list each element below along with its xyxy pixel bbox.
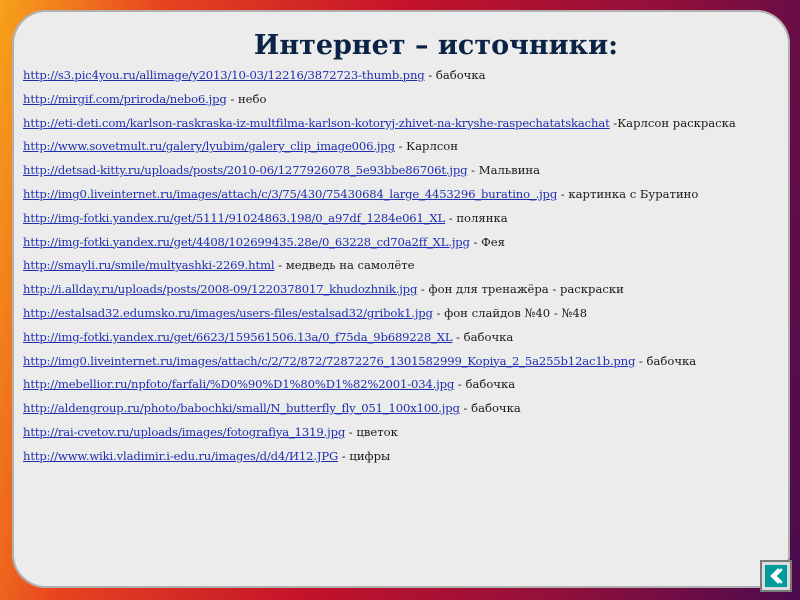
list-item: http://smayli.ru/smile/multyashki-2269.h… [23,258,775,273]
source-link[interactable]: http://i.allday.ru/uploads/posts/2008-09… [23,282,417,296]
source-description: - фон слайдов №40 - №48 [432,305,588,320]
source-link[interactable]: http://mebellior.ru/npfoto/farfali/%D0%9… [23,377,454,391]
source-description: - Фея [469,234,505,249]
source-description: - медведь на самолёте [274,258,415,273]
source-link[interactable]: http://smayli.ru/smile/multyashki-2269.h… [23,258,275,272]
source-description: - Мальвина [467,163,541,178]
source-description: - полянка [445,210,508,225]
list-item: http://s3.pic4you.ru/allimage/y2013/10-0… [23,68,775,83]
slide-card: Интернет – источники: http://s3.pic4you.… [12,10,790,588]
list-item: http://aldengroup.ru/photo/babochki/smal… [23,401,775,416]
source-description: -Карлсон раскраска [609,115,736,130]
source-link[interactable]: http://estalsad32.edumsko.ru/images/user… [23,306,433,320]
list-item: http://estalsad32.edumsko.ru/images/user… [23,306,775,321]
list-item: http://img0.liveinternet.ru/images/attac… [23,187,775,202]
source-description: - бабочка [424,68,486,82]
list-item: http://rai-cvetov.ru/uploads/images/foto… [23,425,775,440]
source-description: - фон для тренажёра - раскраски [417,282,624,297]
list-item: http://www.wiki.vladimir.i-edu.ru/images… [23,449,775,464]
source-link[interactable]: http://img0.liveinternet.ru/images/attac… [23,187,557,201]
source-link[interactable]: http://img-fotki.yandex.ru/get/5111/9102… [23,211,445,225]
source-description: - картинка с Буратино [557,186,699,201]
source-link[interactable]: http://eti-deti.com/karlson-raskraska-iz… [23,116,610,130]
return-icon-glyph [770,568,783,584]
list-item: http://img-fotki.yandex.ru/get/5111/9102… [23,211,775,226]
list-item: http://img-fotki.yandex.ru/get/6623/1595… [23,330,775,345]
source-link[interactable]: http://aldengroup.ru/photo/babochki/smal… [23,401,460,415]
return-button[interactable] [760,560,792,592]
source-link[interactable]: http://mirgif.com/priroda/nebo6.jpg [23,92,227,106]
source-description: - бабочка [452,329,514,344]
source-link[interactable]: http://img-fotki.yandex.ru/get/4408/1026… [23,235,470,249]
list-item: http://mirgif.com/priroda/nebo6.jpg - не… [23,92,775,107]
source-description: - цветок [345,424,398,439]
source-list: http://s3.pic4you.ru/allimage/y2013/10-0… [23,68,775,473]
list-item: http://www.sovetmult.ru/galery/lyubim/ga… [23,139,775,154]
source-description: - цифры [338,448,391,463]
source-link[interactable]: http://img0.liveinternet.ru/images/attac… [23,354,635,368]
source-link[interactable]: http://img-fotki.yandex.ru/get/6623/1595… [23,330,453,344]
source-description: - бабочка [635,353,697,368]
source-link[interactable]: http://www.sovetmult.ru/galery/lyubim/ga… [23,139,395,153]
source-description: - Карлсон [394,139,459,154]
list-item: http://mebellior.ru/npfoto/farfali/%D0%9… [23,377,775,392]
list-item: http://img-fotki.yandex.ru/get/4408/1026… [23,235,775,250]
source-link[interactable]: http://www.wiki.vladimir.i-edu.ru/images… [23,449,338,463]
source-description: - небо [226,91,267,106]
return-icon [765,565,787,587]
list-item: http://eti-deti.com/karlson-raskraska-iz… [23,116,775,131]
source-description: - бабочка [454,377,516,392]
slide-title: Интернет – источники: [253,30,619,61]
list-item: http://i.allday.ru/uploads/posts/2008-09… [23,282,775,297]
source-link[interactable]: http://rai-cvetov.ru/uploads/images/foto… [23,425,345,439]
source-description: - бабочка [459,401,521,416]
source-link[interactable]: http://s3.pic4you.ru/allimage/y2013/10-0… [23,68,425,82]
source-link[interactable]: http://detsad-kitty.ru/uploads/posts/201… [23,163,468,177]
list-item: http://detsad-kitty.ru/uploads/posts/201… [23,163,775,178]
list-item: http://img0.liveinternet.ru/images/attac… [23,354,775,369]
